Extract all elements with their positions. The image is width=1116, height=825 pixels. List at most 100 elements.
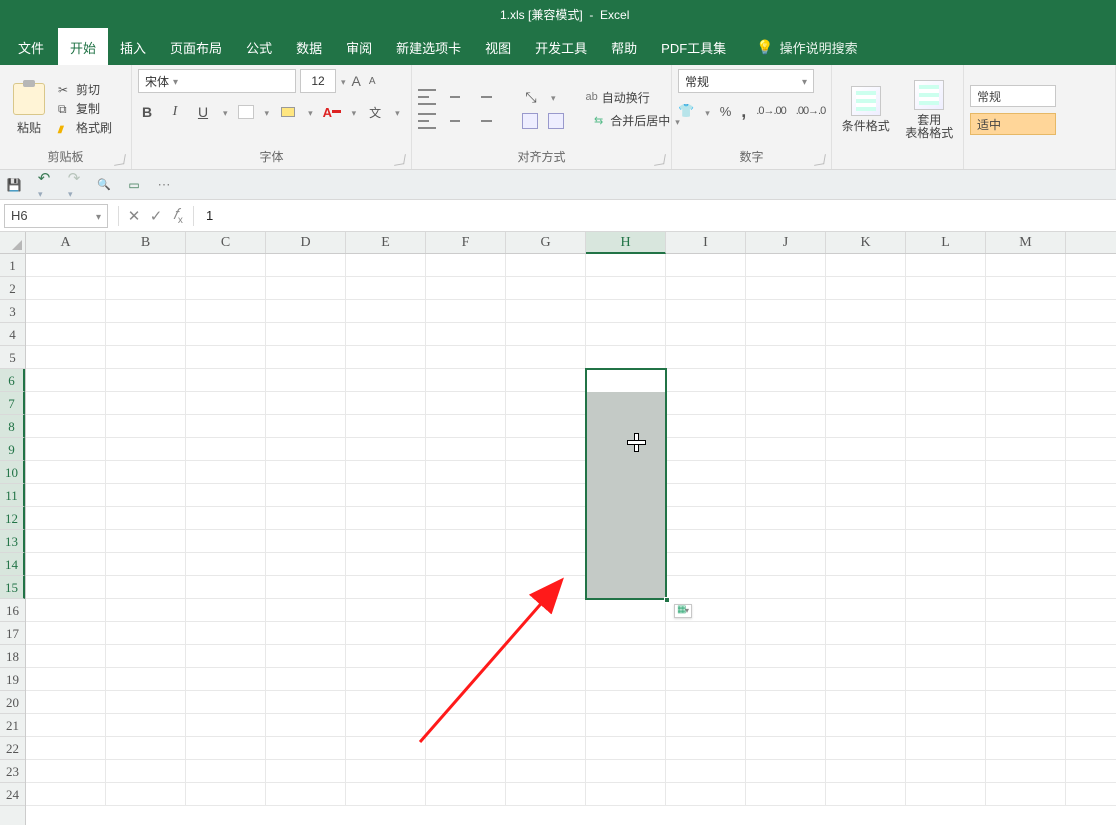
cell-C16[interactable] — [186, 599, 266, 621]
orientation-button[interactable]: ⤡ — [522, 88, 540, 106]
cell-C11[interactable] — [186, 484, 266, 506]
cell-E11[interactable] — [346, 484, 426, 506]
qat-customize-button[interactable] — [156, 177, 172, 193]
cell-M24[interactable] — [986, 783, 1066, 805]
row-header-10[interactable]: 10 — [0, 461, 25, 484]
insert-function-button[interactable] — [167, 206, 189, 226]
cell-F18[interactable] — [426, 645, 506, 667]
cell-I19[interactable] — [666, 668, 746, 690]
cell-H18[interactable] — [586, 645, 666, 667]
cell-B1[interactable] — [106, 254, 186, 276]
cell-C18[interactable] — [186, 645, 266, 667]
increase-decimal-button[interactable]: .0→.00 — [756, 105, 785, 117]
column-header-E[interactable]: E — [346, 232, 426, 253]
cell-C19[interactable] — [186, 668, 266, 690]
cell-J18[interactable] — [746, 645, 826, 667]
cell-B5[interactable] — [106, 346, 186, 368]
cell-K18[interactable] — [826, 645, 906, 667]
tab-formulas[interactable]: 公式 — [234, 28, 284, 65]
cell-L18[interactable] — [906, 645, 986, 667]
cell-L24[interactable] — [906, 783, 986, 805]
cell-E17[interactable] — [346, 622, 426, 644]
cell-D14[interactable] — [266, 553, 346, 575]
cell-G14[interactable] — [506, 553, 586, 575]
cell-L13[interactable] — [906, 530, 986, 552]
cell-C14[interactable] — [186, 553, 266, 575]
cell-C17[interactable] — [186, 622, 266, 644]
cell-A17[interactable] — [26, 622, 106, 644]
cell-J16[interactable] — [746, 599, 826, 621]
fill-caret[interactable] — [307, 105, 313, 119]
cell-H16[interactable] — [586, 599, 666, 621]
cell-K8[interactable] — [826, 415, 906, 437]
cell-C10[interactable] — [186, 461, 266, 483]
cell-A5[interactable] — [26, 346, 106, 368]
cell-G17[interactable] — [506, 622, 586, 644]
tell-me-search[interactable]: 💡 操作说明搜索 — [756, 30, 857, 65]
cell-L15[interactable] — [906, 576, 986, 598]
cell-A6[interactable] — [26, 369, 106, 391]
accounting-caret[interactable] — [704, 104, 710, 119]
cell-M14[interactable] — [986, 553, 1066, 575]
cell-M16[interactable] — [986, 599, 1066, 621]
cell-F3[interactable] — [426, 300, 506, 322]
cell-B6[interactable] — [106, 369, 186, 391]
cell-D5[interactable] — [266, 346, 346, 368]
cell-D24[interactable] — [266, 783, 346, 805]
cell-E18[interactable] — [346, 645, 426, 667]
cell-G16[interactable] — [506, 599, 586, 621]
cell-B23[interactable] — [106, 760, 186, 782]
cell-C24[interactable] — [186, 783, 266, 805]
cell-F8[interactable] — [426, 415, 506, 437]
cell-K5[interactable] — [826, 346, 906, 368]
tab-developer[interactable]: 开发工具 — [523, 28, 599, 65]
cell-E7[interactable] — [346, 392, 426, 414]
cell-J19[interactable] — [746, 668, 826, 690]
cell-I22[interactable] — [666, 737, 746, 759]
row-header-7[interactable]: 7 — [0, 392, 25, 415]
row-header-18[interactable]: 18 — [0, 645, 25, 668]
cell-L1[interactable] — [906, 254, 986, 276]
cell-B17[interactable] — [106, 622, 186, 644]
align-launcher[interactable] — [654, 154, 666, 166]
italic-button[interactable]: I — [166, 103, 184, 121]
cell-K1[interactable] — [826, 254, 906, 276]
cell-I5[interactable] — [666, 346, 746, 368]
cell-B11[interactable] — [106, 484, 186, 506]
align-center-button[interactable] — [446, 113, 464, 129]
cell-K2[interactable] — [826, 277, 906, 299]
cell-B14[interactable] — [106, 553, 186, 575]
cell-C13[interactable] — [186, 530, 266, 552]
cell-L16[interactable] — [906, 599, 986, 621]
cell-D7[interactable] — [266, 392, 346, 414]
tab-data[interactable]: 数据 — [284, 28, 334, 65]
cell-F16[interactable] — [426, 599, 506, 621]
cell-I7[interactable] — [666, 392, 746, 414]
print-preview-button[interactable] — [96, 177, 112, 193]
cell-A23[interactable] — [26, 760, 106, 782]
cell-F11[interactable] — [426, 484, 506, 506]
cell-L12[interactable] — [906, 507, 986, 529]
cell-M23[interactable] — [986, 760, 1066, 782]
cell-G9[interactable] — [506, 438, 586, 460]
cell-A19[interactable] — [26, 668, 106, 690]
cell-M18[interactable] — [986, 645, 1066, 667]
column-header-C[interactable]: C — [186, 232, 266, 253]
cell-I21[interactable] — [666, 714, 746, 736]
cell-E14[interactable] — [346, 553, 426, 575]
font-color-button[interactable]: A — [323, 103, 341, 121]
cell-M11[interactable] — [986, 484, 1066, 506]
format-as-table-button[interactable]: 套用 表格格式 — [902, 80, 958, 140]
cell-A15[interactable] — [26, 576, 106, 598]
row-header-19[interactable]: 19 — [0, 668, 25, 691]
cell-L5[interactable] — [906, 346, 986, 368]
cell-M19[interactable] — [986, 668, 1066, 690]
cell-D16[interactable] — [266, 599, 346, 621]
row-header-2[interactable]: 2 — [0, 277, 25, 300]
cell-H20[interactable] — [586, 691, 666, 713]
cell-J24[interactable] — [746, 783, 826, 805]
cell-E12[interactable] — [346, 507, 426, 529]
cell-H4[interactable] — [586, 323, 666, 345]
cell-M3[interactable] — [986, 300, 1066, 322]
cell-J8[interactable] — [746, 415, 826, 437]
